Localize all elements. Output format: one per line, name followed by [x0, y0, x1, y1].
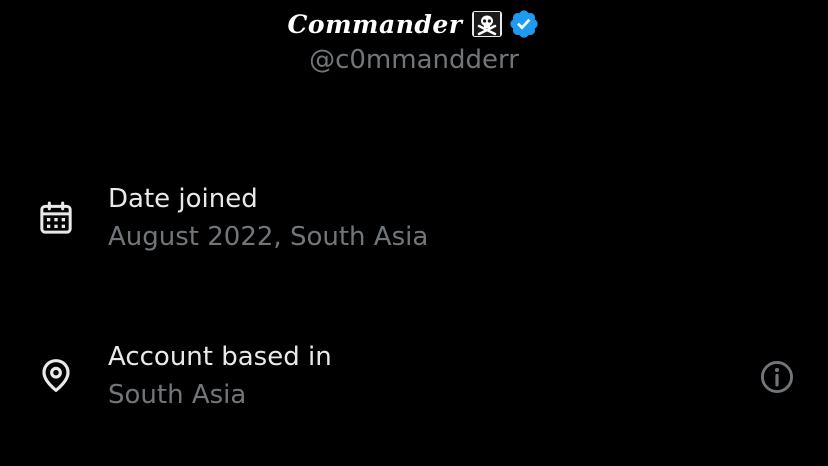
- display-name: Commander: [287, 9, 463, 39]
- account-based-row: Account based in South Asia: [0, 334, 828, 424]
- info-icon[interactable]: [758, 358, 796, 396]
- skull-crossbones-icon: [472, 11, 503, 37]
- location-pin-icon: [42, 359, 70, 392]
- name-row: Commander: [0, 6, 828, 42]
- account-based-label: Account based in: [108, 342, 332, 372]
- date-joined-label: Date joined: [108, 184, 258, 214]
- calendar-icon: [40, 201, 72, 234]
- date-joined-value: August 2022, South Asia: [108, 222, 429, 252]
- user-handle: @c0mmandderr: [309, 45, 519, 75]
- account-based-value: South Asia: [108, 380, 247, 410]
- date-joined-row: Date joined August 2022, South Asia: [0, 176, 828, 266]
- verified-badge-icon[interactable]: [508, 8, 540, 40]
